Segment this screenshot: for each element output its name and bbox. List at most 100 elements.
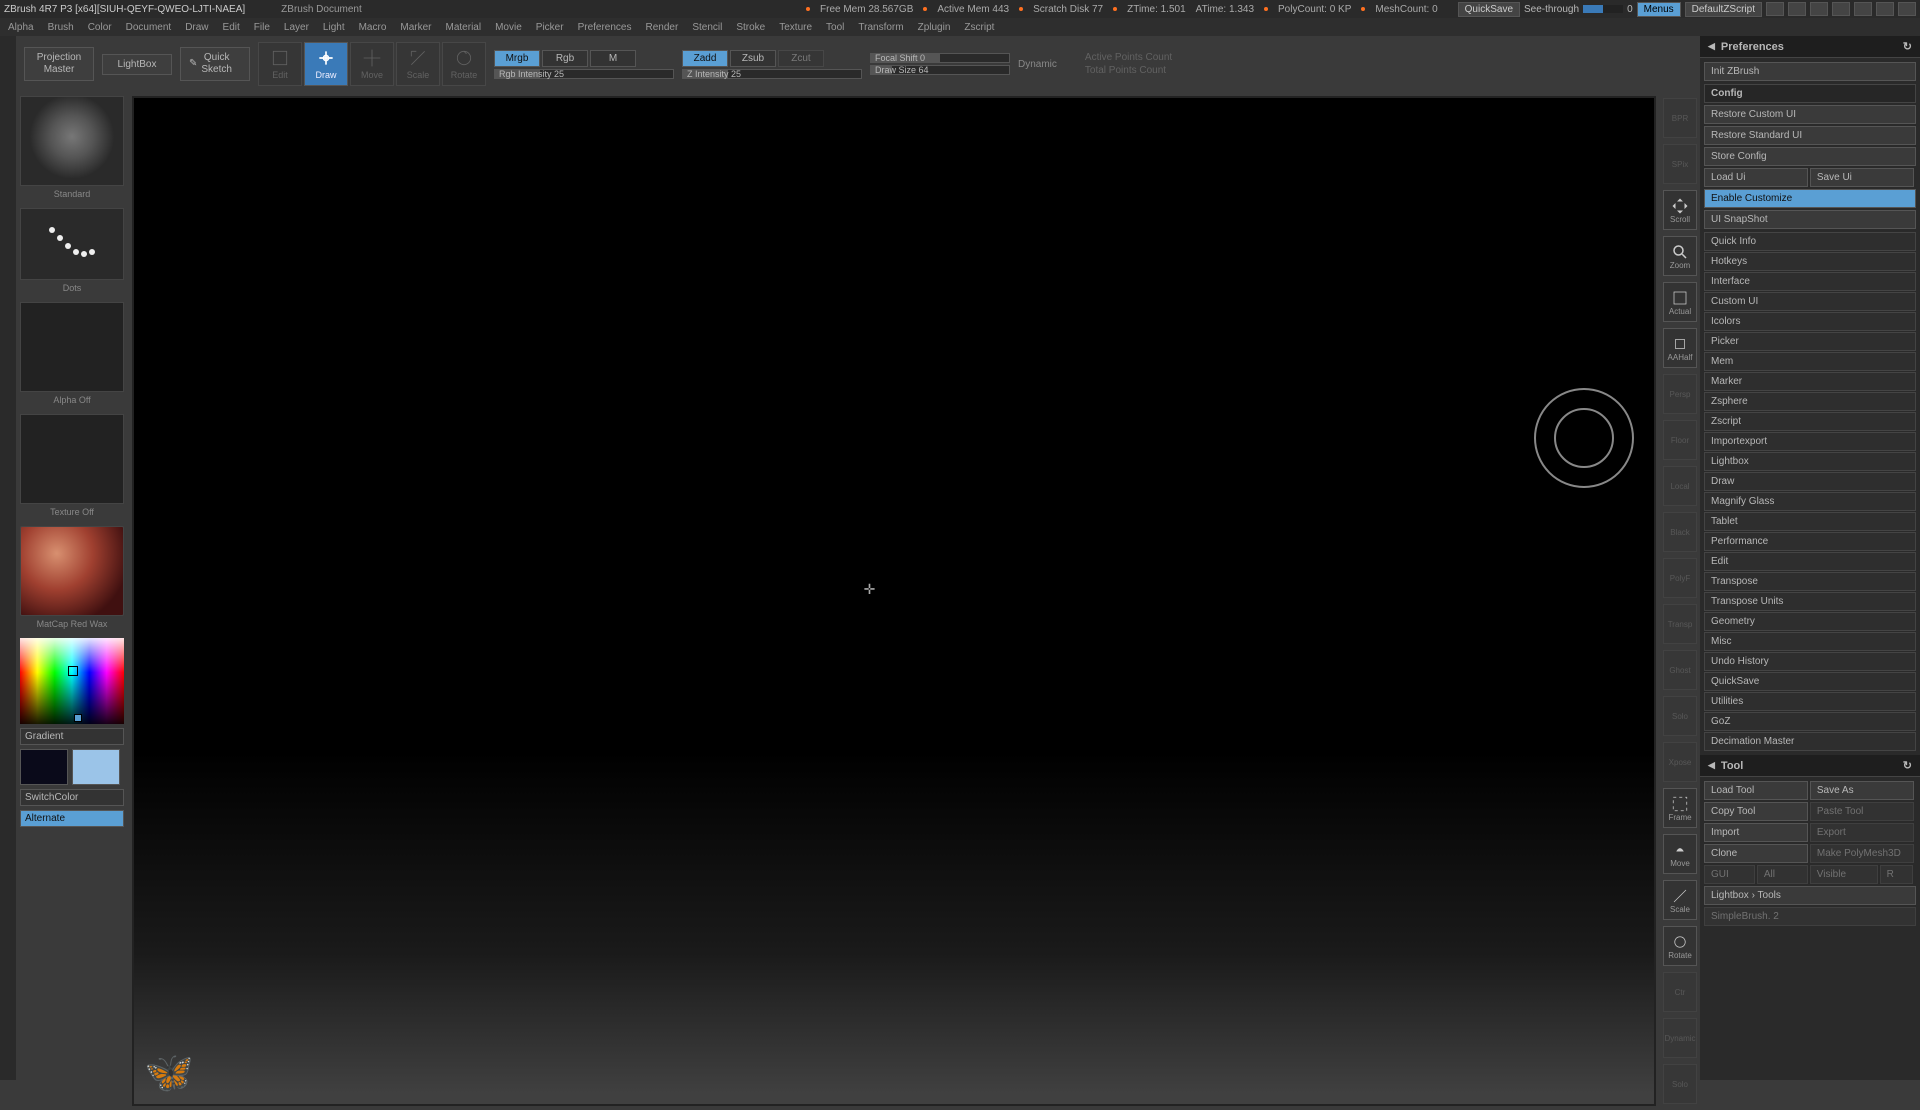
quicksave-button[interactable]: QuickSave xyxy=(1458,2,1520,17)
pref-section-magnify-glass[interactable]: Magnify Glass xyxy=(1704,492,1916,511)
menu-item[interactable]: Stroke xyxy=(736,22,765,33)
menu-item[interactable]: Material xyxy=(446,22,482,33)
aahalf-button[interactable]: AAHalf xyxy=(1663,328,1697,368)
actual-button[interactable]: Actual xyxy=(1663,282,1697,322)
visible-button[interactable]: Visible xyxy=(1810,865,1878,884)
menus-button[interactable]: Menus xyxy=(1637,2,1681,17)
export-button[interactable]: Export xyxy=(1810,823,1914,842)
focal-shift-slider[interactable]: Focal Shift 0 xyxy=(870,53,1010,63)
dynamic-label[interactable]: Dynamic xyxy=(1018,59,1057,70)
pref-section-marker[interactable]: Marker xyxy=(1704,372,1916,391)
solo-button[interactable]: Solo xyxy=(1663,696,1697,736)
menu-item[interactable]: Render xyxy=(646,22,679,33)
zcut-chip[interactable]: Zcut xyxy=(778,50,824,67)
tool-header[interactable]: ◀ Tool ↻ xyxy=(1700,755,1920,777)
projection-master-button[interactable]: Projection Master xyxy=(24,47,94,81)
menu-item[interactable]: Transform xyxy=(858,22,903,33)
alternate-button[interactable]: Alternate xyxy=(20,810,124,827)
secondary-color[interactable] xyxy=(20,749,68,785)
local-button[interactable]: Local xyxy=(1663,466,1697,506)
make-polymesh-button[interactable]: Make PolyMesh3D xyxy=(1810,844,1914,863)
pref-section-icolors[interactable]: Icolors xyxy=(1704,312,1916,331)
brush-thumb[interactable]: Standard xyxy=(20,96,124,186)
handle-icon[interactable] xyxy=(1832,2,1850,16)
maximize-icon[interactable] xyxy=(1876,2,1894,16)
menu-item[interactable]: Layer xyxy=(284,22,309,33)
r-button[interactable]: R xyxy=(1880,865,1914,884)
paste-tool-button[interactable]: Paste Tool xyxy=(1810,802,1914,821)
close-icon[interactable] xyxy=(1898,2,1916,16)
seethrough-slider[interactable] xyxy=(1583,5,1623,13)
menu-item[interactable]: Draw xyxy=(185,22,208,33)
floor-button[interactable]: Floor xyxy=(1663,420,1697,460)
config-section[interactable]: Config xyxy=(1704,84,1916,103)
pref-section-lightbox[interactable]: Lightbox xyxy=(1704,452,1916,471)
stroke-thumb[interactable]: Dots xyxy=(20,208,124,280)
z-intensity-slider[interactable]: Z Intensity 25 xyxy=(682,69,862,79)
menu-item[interactable]: Marker xyxy=(400,22,431,33)
canvas[interactable]: ✛ 🦋 xyxy=(132,96,1656,1106)
ghost-button[interactable]: Ghost xyxy=(1663,650,1697,690)
menu-item[interactable]: Zscript xyxy=(964,22,994,33)
pref-section-hotkeys[interactable]: Hotkeys xyxy=(1704,252,1916,271)
load-ui-button[interactable]: Load Ui xyxy=(1704,168,1808,187)
pref-section-mem[interactable]: Mem xyxy=(1704,352,1916,371)
menu-item[interactable]: Brush xyxy=(48,22,74,33)
menu-item[interactable]: Movie xyxy=(495,22,522,33)
layout3-icon[interactable] xyxy=(1810,2,1828,16)
all-button[interactable]: All xyxy=(1757,865,1808,884)
bpr-button[interactable]: BPR xyxy=(1663,98,1697,138)
zsub-chip[interactable]: Zsub xyxy=(730,50,776,67)
pref-section-transpose[interactable]: Transpose xyxy=(1704,572,1916,591)
pref-section-importexport[interactable]: Importexport xyxy=(1704,432,1916,451)
quicksketch-button[interactable]: ✎Quick Sketch xyxy=(180,47,250,81)
draw-size-slider[interactable]: Draw Size 64 xyxy=(870,65,1010,75)
scroll-button[interactable]: Scroll xyxy=(1663,190,1697,230)
rotate-button[interactable]: Rotate xyxy=(1663,926,1697,966)
pref-section-edit[interactable]: Edit xyxy=(1704,552,1916,571)
primary-color[interactable] xyxy=(72,749,120,785)
pref-section-undo-history[interactable]: Undo History xyxy=(1704,652,1916,671)
pref-section-decimation-master[interactable]: Decimation Master xyxy=(1704,732,1916,751)
polyf-button[interactable]: PolyF xyxy=(1663,558,1697,598)
ui-snapshot-button[interactable]: UI SnapShot xyxy=(1704,210,1916,229)
zadd-chip[interactable]: Zadd xyxy=(682,50,728,67)
alpha-thumb[interactable]: Alpha Off xyxy=(20,302,124,392)
rotate-mode-button[interactable]: Rotate xyxy=(442,42,486,86)
transp-button[interactable]: Transp xyxy=(1663,604,1697,644)
store-config-button[interactable]: Store Config xyxy=(1704,147,1916,166)
scale-mode-button[interactable]: Scale xyxy=(396,42,440,86)
pref-section-utilities[interactable]: Utilities xyxy=(1704,692,1916,711)
default-script[interactable]: DefaultZScript xyxy=(1685,2,1762,17)
color-picker[interactable] xyxy=(20,638,124,724)
lightbox-tools-button[interactable]: Lightbox › Tools xyxy=(1704,886,1916,905)
ctr-button[interactable]: Ctr xyxy=(1663,972,1697,1012)
copy-tool-button[interactable]: Copy Tool xyxy=(1704,802,1808,821)
lfast-button[interactable]: Black xyxy=(1663,512,1697,552)
pref-section-quick-info[interactable]: Quick Info xyxy=(1704,232,1916,251)
preferences-header[interactable]: ◀ Preferences ↻ xyxy=(1700,36,1920,58)
menu-item[interactable]: Texture xyxy=(779,22,812,33)
pref-section-tablet[interactable]: Tablet xyxy=(1704,512,1916,531)
restore-custom-button[interactable]: Restore Custom UI xyxy=(1704,105,1916,124)
draw-mode-button[interactable]: Draw xyxy=(304,42,348,86)
menu-item[interactable]: Color xyxy=(88,22,112,33)
pref-section-picker[interactable]: Picker xyxy=(1704,332,1916,351)
material-thumb[interactable]: MatCap Red Wax xyxy=(20,526,124,616)
persp-button[interactable]: Persp xyxy=(1663,374,1697,414)
edit-mode-button[interactable]: Edit xyxy=(258,42,302,86)
pref-section-performance[interactable]: Performance xyxy=(1704,532,1916,551)
menu-item[interactable]: Alpha xyxy=(8,22,34,33)
menu-item[interactable]: Macro xyxy=(359,22,387,33)
move-button[interactable]: Move xyxy=(1663,834,1697,874)
frame-button[interactable]: Frame xyxy=(1663,788,1697,828)
pref-section-transpose-units[interactable]: Transpose Units xyxy=(1704,592,1916,611)
menu-item[interactable]: Document xyxy=(126,22,172,33)
switchcolor-button[interactable]: SwitchColor xyxy=(20,789,124,806)
m-chip[interactable]: M xyxy=(590,50,636,67)
solo2-button[interactable]: Solo xyxy=(1663,1064,1697,1104)
zoom-button[interactable]: Zoom xyxy=(1663,236,1697,276)
menu-item[interactable]: Light xyxy=(323,22,345,33)
gradient-button[interactable]: Gradient xyxy=(20,728,124,745)
pref-section-geometry[interactable]: Geometry xyxy=(1704,612,1916,631)
